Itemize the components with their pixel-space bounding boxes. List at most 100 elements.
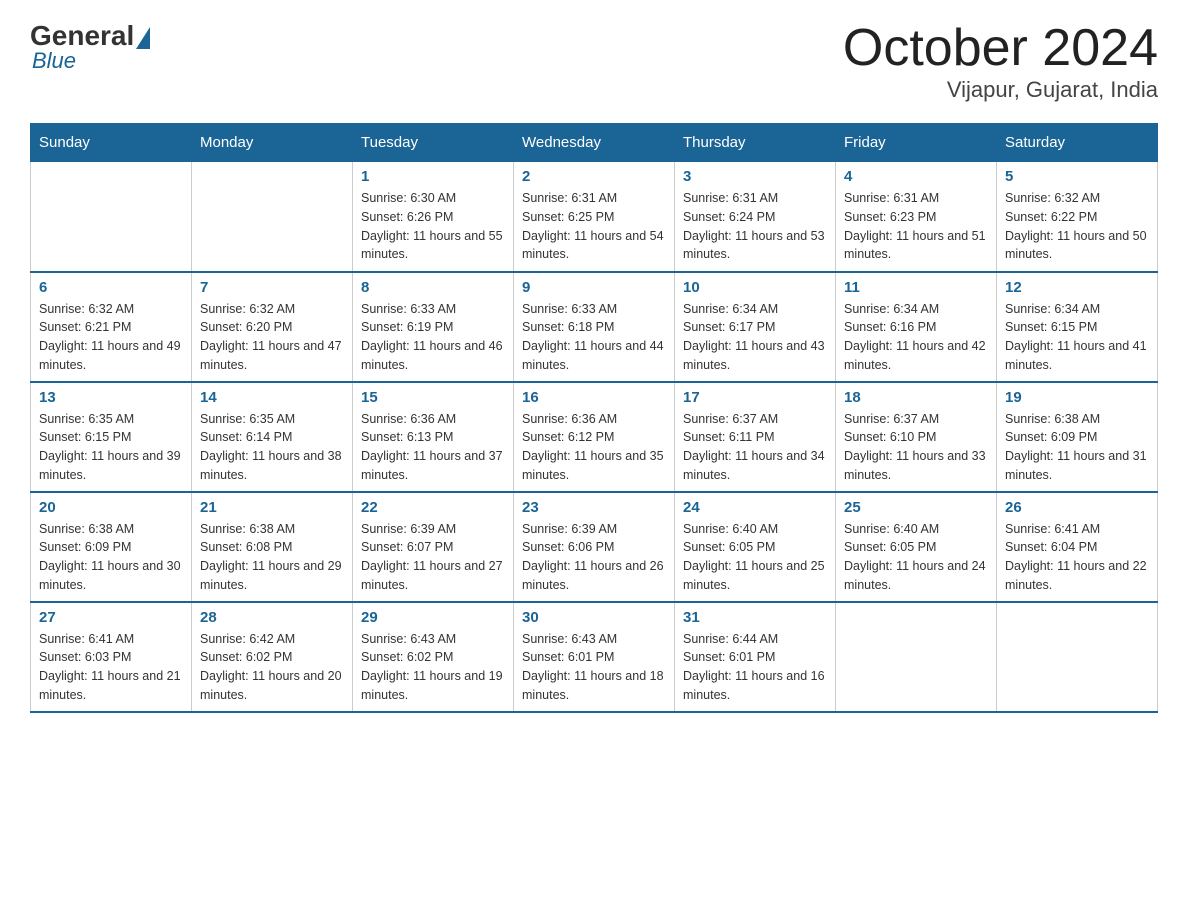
calendar-cell: 24 Sunrise: 6:40 AMSunset: 6:05 PMDayligh… bbox=[675, 492, 836, 602]
day-info: Sunrise: 6:32 AMSunset: 6:20 PMDaylight:… bbox=[200, 300, 344, 375]
calendar-week-row: 13 Sunrise: 6:35 AMSunset: 6:15 PMDayligh… bbox=[31, 382, 1158, 492]
weekday-header: Tuesday bbox=[353, 124, 514, 162]
calendar-cell bbox=[192, 162, 353, 272]
day-number: 5 bbox=[1005, 168, 1149, 185]
day-info: Sunrise: 6:31 AMSunset: 6:25 PMDaylight:… bbox=[522, 189, 666, 264]
calendar-cell: 30 Sunrise: 6:43 AMSunset: 6:01 PMDayligh… bbox=[514, 602, 675, 712]
day-info: Sunrise: 6:41 AMSunset: 6:04 PMDaylight:… bbox=[1005, 520, 1149, 595]
day-number: 24 bbox=[683, 499, 827, 516]
calendar-cell: 10 Sunrise: 6:34 AMSunset: 6:17 PMDayligh… bbox=[675, 272, 836, 382]
weekday-header: Thursday bbox=[675, 124, 836, 162]
calendar-cell: 31 Sunrise: 6:44 AMSunset: 6:01 PMDayligh… bbox=[675, 602, 836, 712]
day-info: Sunrise: 6:30 AMSunset: 6:26 PMDaylight:… bbox=[361, 189, 505, 264]
calendar-table: SundayMondayTuesdayWednesdayThursdayFrid… bbox=[30, 123, 1158, 713]
calendar-cell bbox=[31, 162, 192, 272]
day-number: 29 bbox=[361, 609, 505, 626]
day-info: Sunrise: 6:40 AMSunset: 6:05 PMDaylight:… bbox=[844, 520, 988, 595]
day-number: 16 bbox=[522, 389, 666, 406]
calendar-cell: 23Sunrise: 6:39 AMSunset: 6:06 PMDayligh… bbox=[514, 492, 675, 602]
day-number: 30 bbox=[522, 609, 666, 626]
calendar-cell: 14Sunrise: 6:35 AMSunset: 6:14 PMDayligh… bbox=[192, 382, 353, 492]
calendar-week-row: 1 Sunrise: 6:30 AMSunset: 6:26 PMDaylight… bbox=[31, 162, 1158, 272]
calendar-cell: 27Sunrise: 6:41 AMSunset: 6:03 PMDayligh… bbox=[31, 602, 192, 712]
page-header: General Blue October 2024 Vijapur, Gujar… bbox=[30, 20, 1158, 103]
day-number: 1 bbox=[361, 168, 505, 185]
logo-triangle-icon bbox=[136, 27, 150, 49]
calendar-week-row: 27Sunrise: 6:41 AMSunset: 6:03 PMDayligh… bbox=[31, 602, 1158, 712]
day-number: 11 bbox=[844, 279, 988, 296]
day-number: 19 bbox=[1005, 389, 1149, 406]
day-number: 13 bbox=[39, 389, 183, 406]
day-info: Sunrise: 6:38 AMSunset: 6:09 PMDaylight:… bbox=[39, 520, 183, 595]
weekday-header: Sunday bbox=[31, 124, 192, 162]
day-info: Sunrise: 6:43 AMSunset: 6:02 PMDaylight:… bbox=[361, 630, 505, 705]
calendar-cell: 11 Sunrise: 6:34 AMSunset: 6:16 PMDayligh… bbox=[836, 272, 997, 382]
calendar-cell: 7 Sunrise: 6:32 AMSunset: 6:20 PMDaylight… bbox=[192, 272, 353, 382]
day-info: Sunrise: 6:43 AMSunset: 6:01 PMDaylight:… bbox=[522, 630, 666, 705]
day-info: Sunrise: 6:41 AMSunset: 6:03 PMDaylight:… bbox=[39, 630, 183, 705]
day-info: Sunrise: 6:35 AMSunset: 6:14 PMDaylight:… bbox=[200, 410, 344, 485]
calendar-cell: 18Sunrise: 6:37 AMSunset: 6:10 PMDayligh… bbox=[836, 382, 997, 492]
day-number: 10 bbox=[683, 279, 827, 296]
calendar-cell: 29 Sunrise: 6:43 AMSunset: 6:02 PMDayligh… bbox=[353, 602, 514, 712]
day-number: 8 bbox=[361, 279, 505, 296]
weekday-header: Wednesday bbox=[514, 124, 675, 162]
day-info: Sunrise: 6:33 AMSunset: 6:19 PMDaylight:… bbox=[361, 300, 505, 375]
day-number: 9 bbox=[522, 279, 666, 296]
day-number: 12 bbox=[1005, 279, 1149, 296]
weekday-header: Saturday bbox=[997, 124, 1158, 162]
calendar-cell: 6Sunrise: 6:32 AMSunset: 6:21 PMDaylight… bbox=[31, 272, 192, 382]
calendar-cell: 13 Sunrise: 6:35 AMSunset: 6:15 PMDayligh… bbox=[31, 382, 192, 492]
calendar-cell bbox=[836, 602, 997, 712]
calendar-cell: 16 Sunrise: 6:36 AMSunset: 6:12 PMDayligh… bbox=[514, 382, 675, 492]
day-number: 3 bbox=[683, 168, 827, 185]
calendar-cell: 21Sunrise: 6:38 AMSunset: 6:08 PMDayligh… bbox=[192, 492, 353, 602]
calendar-cell: 8 Sunrise: 6:33 AMSunset: 6:19 PMDaylight… bbox=[353, 272, 514, 382]
day-info: Sunrise: 6:40 AMSunset: 6:05 PMDaylight:… bbox=[683, 520, 827, 595]
calendar-cell: 19 Sunrise: 6:38 AMSunset: 6:09 PMDayligh… bbox=[997, 382, 1158, 492]
day-info: Sunrise: 6:34 AMSunset: 6:16 PMDaylight:… bbox=[844, 300, 988, 375]
day-number: 4 bbox=[844, 168, 988, 185]
day-number: 17 bbox=[683, 389, 827, 406]
day-info: Sunrise: 6:35 AMSunset: 6:15 PMDaylight:… bbox=[39, 410, 183, 485]
day-number: 2 bbox=[522, 168, 666, 185]
day-info: Sunrise: 6:38 AMSunset: 6:09 PMDaylight:… bbox=[1005, 410, 1149, 485]
calendar-cell: 28Sunrise: 6:42 AMSunset: 6:02 PMDayligh… bbox=[192, 602, 353, 712]
day-number: 31 bbox=[683, 609, 827, 626]
location-title: Vijapur, Gujarat, India bbox=[843, 77, 1158, 103]
calendar-cell: 22Sunrise: 6:39 AMSunset: 6:07 PMDayligh… bbox=[353, 492, 514, 602]
day-info: Sunrise: 6:44 AMSunset: 6:01 PMDaylight:… bbox=[683, 630, 827, 705]
day-info: Sunrise: 6:34 AMSunset: 6:17 PMDaylight:… bbox=[683, 300, 827, 375]
calendar-cell: 5Sunrise: 6:32 AMSunset: 6:22 PMDaylight… bbox=[997, 162, 1158, 272]
day-info: Sunrise: 6:31 AMSunset: 6:24 PMDaylight:… bbox=[683, 189, 827, 264]
day-number: 20 bbox=[39, 499, 183, 516]
calendar-header-row: SundayMondayTuesdayWednesdayThursdayFrid… bbox=[31, 124, 1158, 162]
day-number: 25 bbox=[844, 499, 988, 516]
calendar-cell: 3 Sunrise: 6:31 AMSunset: 6:24 PMDaylight… bbox=[675, 162, 836, 272]
day-info: Sunrise: 6:38 AMSunset: 6:08 PMDaylight:… bbox=[200, 520, 344, 595]
day-number: 22 bbox=[361, 499, 505, 516]
day-info: Sunrise: 6:36 AMSunset: 6:12 PMDaylight:… bbox=[522, 410, 666, 485]
calendar-cell bbox=[997, 602, 1158, 712]
day-number: 18 bbox=[844, 389, 988, 406]
calendar-cell: 20 Sunrise: 6:38 AMSunset: 6:09 PMDayligh… bbox=[31, 492, 192, 602]
weekday-header: Monday bbox=[192, 124, 353, 162]
logo-blue-text: Blue bbox=[32, 48, 76, 74]
day-info: Sunrise: 6:37 AMSunset: 6:11 PMDaylight:… bbox=[683, 410, 827, 485]
calendar-cell: 2 Sunrise: 6:31 AMSunset: 6:25 PMDaylight… bbox=[514, 162, 675, 272]
month-title: October 2024 bbox=[843, 20, 1158, 77]
day-number: 26 bbox=[1005, 499, 1149, 516]
title-block: October 2024 Vijapur, Gujarat, India bbox=[843, 20, 1158, 103]
day-info: Sunrise: 6:34 AMSunset: 6:15 PMDaylight:… bbox=[1005, 300, 1149, 375]
weekday-header: Friday bbox=[836, 124, 997, 162]
calendar-cell: 12 Sunrise: 6:34 AMSunset: 6:15 PMDayligh… bbox=[997, 272, 1158, 382]
logo: General Blue bbox=[30, 20, 150, 74]
calendar-cell: 9Sunrise: 6:33 AMSunset: 6:18 PMDaylight… bbox=[514, 272, 675, 382]
day-info: Sunrise: 6:36 AMSunset: 6:13 PMDaylight:… bbox=[361, 410, 505, 485]
day-number: 7 bbox=[200, 279, 344, 296]
calendar-week-row: 20 Sunrise: 6:38 AMSunset: 6:09 PMDayligh… bbox=[31, 492, 1158, 602]
calendar-cell: 25 Sunrise: 6:40 AMSunset: 6:05 PMDayligh… bbox=[836, 492, 997, 602]
day-number: 15 bbox=[361, 389, 505, 406]
day-number: 6 bbox=[39, 279, 183, 296]
calendar-cell: 17 Sunrise: 6:37 AMSunset: 6:11 PMDayligh… bbox=[675, 382, 836, 492]
